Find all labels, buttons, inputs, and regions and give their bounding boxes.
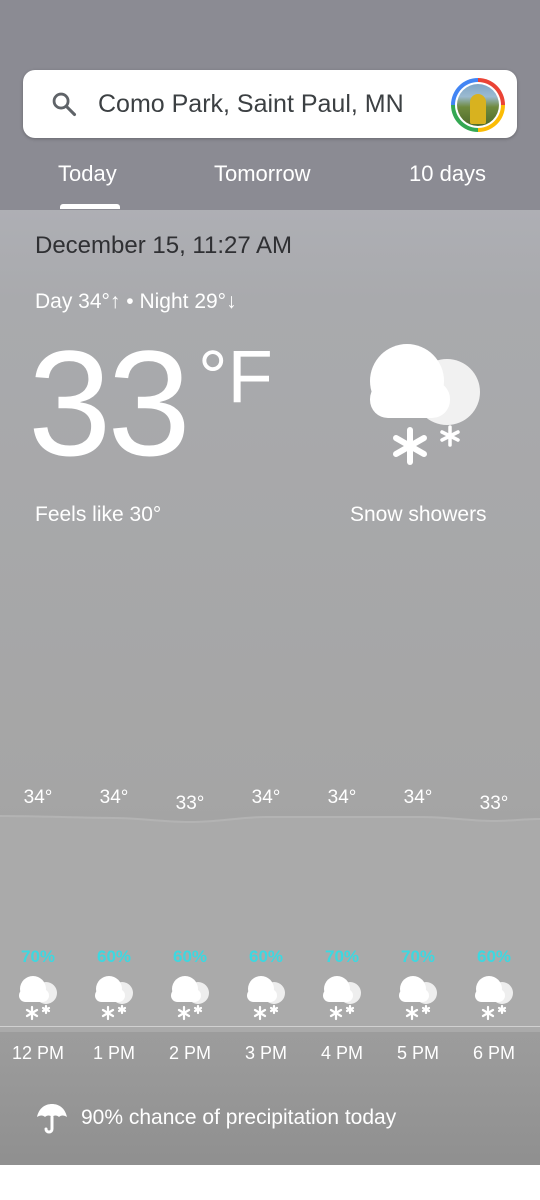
feels-like: Feels like 30° <box>35 503 162 526</box>
current-datetime: December 15, 11:27 AM <box>35 232 293 259</box>
tab-10-days[interactable]: 10 days <box>409 160 486 200</box>
search-icon[interactable] <box>50 90 78 118</box>
hour-temp: 34° <box>251 787 281 808</box>
precip-percent: 70% <box>400 947 436 966</box>
precip-percent: 60% <box>476 947 512 966</box>
hour-temp: 34° <box>99 787 129 808</box>
search-input[interactable]: Como Park, Saint Paul, MN <box>98 70 404 138</box>
precip-percent: 70% <box>20 947 56 966</box>
snow-showers-icon <box>95 976 133 1021</box>
umbrella-icon <box>37 1104 67 1134</box>
divider <box>0 1026 540 1027</box>
precip-percent: 60% <box>248 947 284 966</box>
hour-temp: 33° <box>175 793 205 814</box>
tab-selected-indicator <box>60 204 120 209</box>
search-bar[interactable]: Como Park, Saint Paul, MN <box>23 70 517 138</box>
precip-percent: 60% <box>96 947 132 966</box>
snow-showers-icon <box>247 976 285 1021</box>
temperature-unit: °F <box>198 335 273 418</box>
hour-time: 12 PM <box>11 1043 65 1063</box>
hour-temp: 34° <box>403 787 433 808</box>
snow-showers-icon <box>475 976 513 1021</box>
precipitation-summary-text: 90% chance of precipitation today <box>81 1106 397 1129</box>
hour-time: 2 PM <box>168 1043 211 1063</box>
precip-percent: 60% <box>172 947 208 966</box>
hour-time: 1 PM <box>92 1043 135 1063</box>
hour-time: 3 PM <box>244 1043 287 1063</box>
snow-showers-icon <box>171 976 209 1021</box>
precip-percent: 70% <box>324 947 360 966</box>
current-temperature: 33 <box>28 319 191 487</box>
tab-tomorrow[interactable]: Tomorrow <box>214 160 311 200</box>
condition-text: Snow showers <box>350 503 487 526</box>
avatar[interactable] <box>451 78 505 132</box>
hour-time: 6 PM <box>472 1043 515 1063</box>
snow-showers-icon <box>323 976 361 1021</box>
hour-time: 5 PM <box>396 1043 439 1063</box>
tab-bar: Today Tomorrow 10 days <box>0 150 540 210</box>
hour-temp: 33° <box>479 793 509 814</box>
day-night-temps: Day 34°↑ • Night 29°↓ <box>35 290 237 313</box>
bottom-area <box>0 1165 540 1200</box>
hour-time: 4 PM <box>320 1043 363 1063</box>
snow-showers-icon <box>370 344 480 465</box>
snow-showers-icon <box>19 976 57 1021</box>
hourly-forecast: 34° 70% 12 PM 34° 60% 1 PM 33° 60% 2 PM … <box>0 780 540 1080</box>
hour-temp: 34° <box>23 787 53 808</box>
hour-temp: 34° <box>327 787 357 808</box>
tab-today[interactable]: Today <box>58 160 117 200</box>
snow-showers-icon <box>399 976 437 1021</box>
